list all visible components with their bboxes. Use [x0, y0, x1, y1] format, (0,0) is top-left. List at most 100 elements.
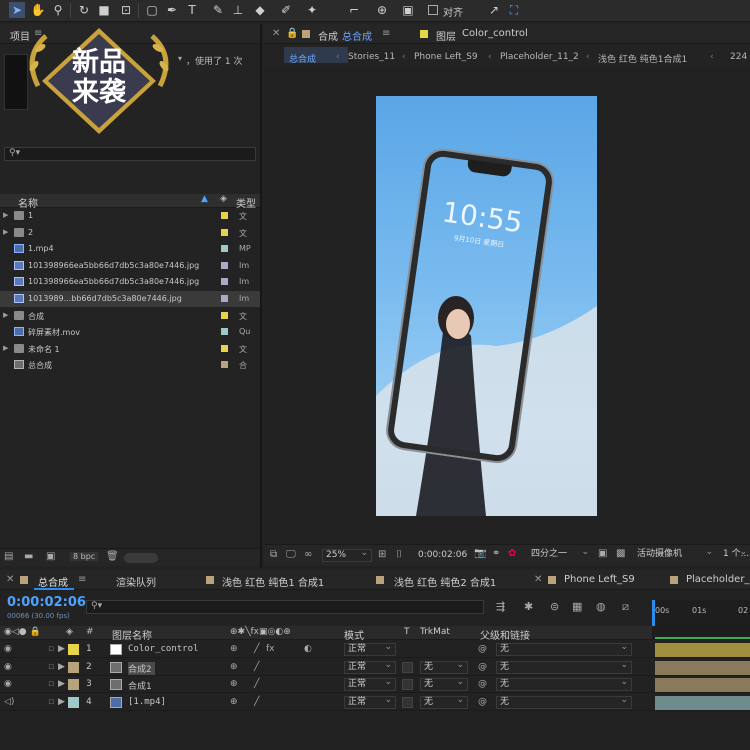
layer-duration-bar[interactable] [655, 695, 750, 710]
breadcrumb-item-5[interactable]: 224 [730, 52, 747, 62]
label-color-chip[interactable] [221, 278, 228, 286]
project-item[interactable]: 1.mp4 MP [0, 241, 260, 257]
twirl-arrow-icon[interactable]: ▶ [58, 662, 65, 672]
expand-arrow-icon[interactable]: ▶ [3, 311, 8, 319]
puppet-tool-icon[interactable]: ✦ [304, 2, 320, 18]
layer-row[interactable]: ◉ ▫ ▶ 1 Color_control ⊕ ╱ fx ◐ 正常 @ 无 [0, 641, 750, 658]
time-ruler[interactable]: 00s 01s 02 [652, 600, 750, 626]
shy-switch-icon[interactable]: ⊕ [230, 697, 238, 707]
quality-switch-icon[interactable]: ╱ [254, 644, 259, 654]
timeline-tab-4[interactable]: Phone Left_S9 [564, 574, 635, 585]
rotate-tool-icon[interactable]: ↻ [76, 2, 92, 18]
parent-header[interactable]: 父级和链接 [480, 627, 530, 642]
timeline-tab-5[interactable]: Placeholder_11 [686, 574, 750, 585]
world-axis-icon[interactable]: ⊕ [374, 2, 390, 18]
timeline-timecode[interactable]: 0:00:02:06 [7, 595, 86, 610]
roto-tool-icon[interactable]: ✐ [278, 2, 294, 18]
draft-3d-icon[interactable]: ✱ [524, 600, 533, 613]
type-tool-icon[interactable]: T [184, 2, 200, 18]
layer-tab-name[interactable]: Color_control [462, 28, 528, 39]
parent-select[interactable]: 无 [496, 642, 632, 656]
timeline-tab-menu-icon[interactable]: ≡ [78, 574, 86, 585]
layer-name[interactable]: Color_control [128, 644, 202, 654]
lock-toggle-icon[interactable]: ▫ [48, 662, 54, 672]
timeline-tab-0[interactable]: 总合成 [38, 574, 68, 589]
work-area-bar[interactable] [652, 626, 750, 640]
label-color-chip[interactable] [221, 361, 228, 369]
project-item[interactable]: 101398966ea5bb66d7db5c3a80e7446.jpg Im [0, 258, 260, 274]
views-select[interactable]: 1 个... [720, 547, 750, 562]
vr-icon[interactable]: ∞ [304, 549, 312, 560]
motion-blur-icon[interactable]: ◍ [596, 600, 606, 613]
lock-toggle-icon[interactable]: ▫ [48, 679, 54, 689]
close-icon[interactable]: ✕ [272, 28, 280, 39]
stamp-tool-icon[interactable]: ⊥ [230, 2, 246, 18]
rectangle-tool-icon[interactable]: ▢ [144, 2, 160, 18]
project-item[interactable]: ▶ 2 文 [0, 225, 260, 241]
twirl-arrow-icon[interactable]: ▶ [58, 644, 65, 654]
new-comp-icon[interactable]: ▣ [46, 551, 55, 562]
expand-arrow-icon[interactable]: ▶ [3, 228, 8, 236]
resolution-select[interactable]: 四分之一 [528, 547, 592, 562]
breadcrumb-item-2[interactable]: Phone Left_S9 [414, 52, 478, 62]
label-tag-icon[interactable]: ◈ [220, 194, 227, 204]
snap-icon[interactable]: ↗ [486, 2, 502, 18]
lock-toggle-icon[interactable]: ▫ [48, 697, 54, 707]
grid-icon[interactable]: ⊞ [378, 549, 386, 560]
snapshot-camera-icon[interactable]: 📷 [474, 548, 486, 559]
interpret-footage-icon[interactable]: ▤ [4, 551, 13, 562]
project-search-input[interactable]: ⚲▾ [4, 147, 256, 161]
layer-mode-select[interactable]: 正常 [344, 660, 396, 674]
eraser-tool-icon[interactable]: ◆ [252, 2, 268, 18]
parent-pickwhip-icon[interactable]: @ [478, 679, 487, 689]
layer-name[interactable]: 合成2 [128, 661, 156, 675]
camera-tool-icon[interactable]: ■ [96, 2, 112, 18]
project-item[interactable]: 总合成 合 [0, 357, 260, 373]
layer-label-chip[interactable] [68, 644, 79, 655]
layer-duration-bar[interactable] [655, 643, 750, 657]
label-color-chip[interactable] [221, 212, 228, 219]
parent-pickwhip-icon[interactable]: @ [478, 644, 487, 654]
quality-switch-icon[interactable]: ╱ [254, 662, 259, 672]
composition-canvas[interactable]: 10:55 9月10日 星期日 [376, 96, 597, 516]
parent-select[interactable]: 无 [496, 660, 632, 674]
preserve-transparency-toggle[interactable] [402, 679, 413, 690]
timeline-tab-3[interactable]: 浅色 红色 纯色2 合成1 [394, 574, 496, 589]
channel-icon[interactable]: ✿ [508, 548, 516, 559]
parent-pickwhip-icon[interactable]: @ [478, 662, 487, 672]
preserve-transparency-toggle[interactable] [402, 661, 413, 673]
playhead[interactable] [652, 600, 655, 626]
parent-select[interactable]: 无 [496, 677, 632, 691]
view-axis-icon[interactable]: ▣ [400, 2, 416, 18]
layer-label-chip[interactable] [68, 661, 79, 673]
quality-switch-icon[interactable]: ╱ [254, 697, 259, 707]
camera-select[interactable]: 活动摄像机 [634, 547, 716, 562]
zoom-select[interactable]: 25% [322, 548, 372, 562]
comp-tab-menu-icon[interactable]: ≡ [382, 28, 390, 39]
region-of-interest-icon[interactable]: ▣ [598, 548, 607, 559]
parent-select[interactable]: 无 [496, 695, 632, 709]
parent-pickwhip-icon[interactable]: @ [478, 697, 487, 707]
quality-switch-icon[interactable]: ╱ [254, 679, 259, 689]
layer-name[interactable]: 合成1 [128, 679, 155, 692]
label-color-chip[interactable] [221, 245, 228, 253]
mask-icon[interactable]: ⌷ [396, 549, 402, 560]
comp-mini-flowchart-icon[interactable]: ⇶ [496, 600, 505, 613]
shy-switch-icon[interactable]: ⊕ [230, 644, 238, 654]
trkmat-select[interactable]: 无 [420, 677, 468, 691]
layer-label-chip[interactable] [68, 679, 79, 690]
visibility-eye-icon[interactable]: ◉ [4, 662, 12, 672]
snap-options-icon[interactable]: ⛶ [506, 2, 522, 18]
mode-header[interactable]: 模式 [344, 627, 364, 642]
sort-ascending-icon[interactable]: ▲ [201, 194, 208, 204]
lock-toggle-icon[interactable]: ▫ [48, 644, 54, 654]
selection-tool-icon[interactable]: ➤ [9, 2, 25, 18]
project-item[interactable]: ▶ 未命名 1 文 [0, 341, 260, 357]
label-color-chip[interactable] [221, 344, 228, 352]
label-color-chip[interactable] [221, 261, 228, 269]
expand-arrow-icon[interactable]: ▶ [3, 344, 8, 352]
fx-switch-icon[interactable]: fx [266, 644, 275, 654]
trkmat-select[interactable]: 无 [420, 660, 468, 674]
trkmat-select[interactable]: 无 [420, 695, 468, 709]
layer-name-header[interactable]: 图层名称 [112, 627, 152, 642]
